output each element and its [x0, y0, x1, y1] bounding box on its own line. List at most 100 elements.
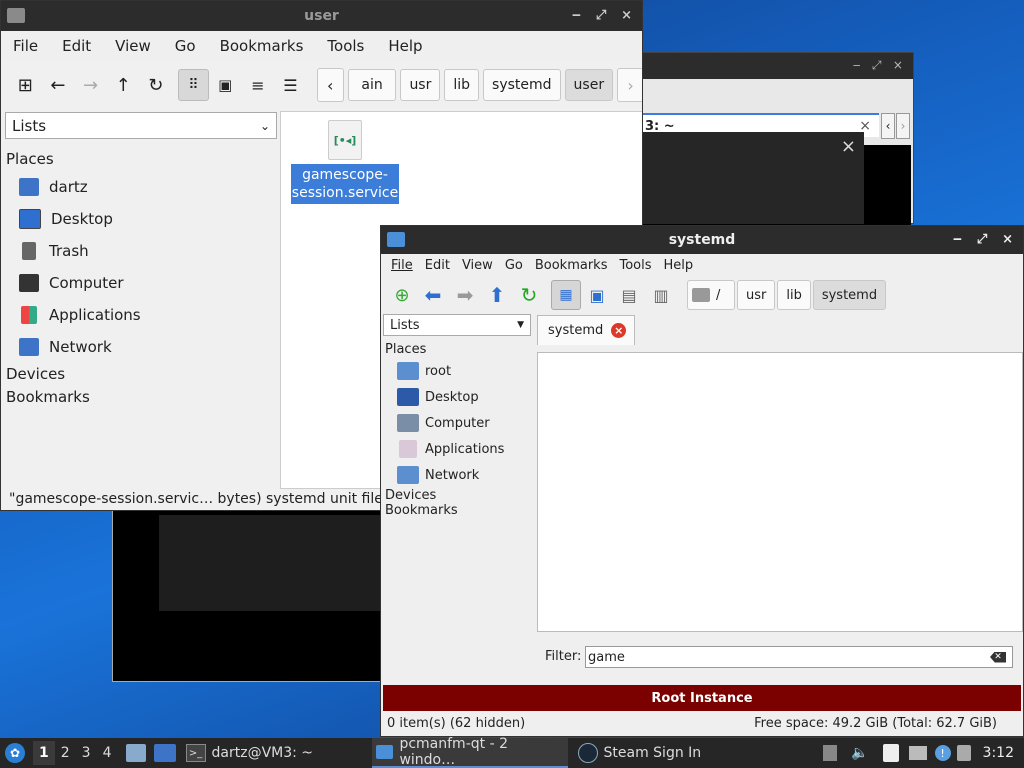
places-item-desktop[interactable]: Desktop	[5, 203, 277, 235]
file-view[interactable]	[537, 352, 1023, 632]
workspace-1[interactable]: 1	[33, 741, 55, 765]
thumbnail-view-icon[interactable]: ▣	[581, 280, 613, 310]
menu-view[interactable]: View	[456, 258, 499, 273]
breadcrumb-item[interactable]: ain	[347, 69, 397, 101]
root-instance-text: Root Instance	[651, 690, 753, 706]
places-item-trash[interactable]: Trash	[5, 235, 277, 267]
network-icon	[19, 338, 39, 356]
menu-edit[interactable]: Edit	[419, 258, 456, 273]
toolbar: ⊕ ⬅ ➡ ⬆ ↻ ▦ ▣ ▤ ▥ / usr lib systemd	[381, 278, 1023, 312]
menu-help[interactable]: Help	[658, 258, 700, 273]
task-pcmanfm[interactable]: pcmanfm-qt - 2 windo…	[371, 736, 568, 768]
places-item-computer[interactable]: Computer	[383, 410, 531, 436]
status-bar: "gamescope-session.servic… bytes) system…	[9, 491, 403, 507]
start-menu-icon[interactable]: ✿	[5, 743, 25, 763]
breadcrumb-scroll-right-button[interactable]: ›	[617, 68, 642, 102]
dropdown-arrow-icon: ▼	[517, 320, 524, 330]
places-item-dartz[interactable]: dartz	[5, 171, 277, 203]
clock[interactable]: 3:12	[983, 745, 1014, 761]
breadcrumb-root[interactable]: /	[687, 280, 735, 310]
up-icon[interactable]: ⬆	[481, 280, 513, 310]
new-tab-icon[interactable]: ⊕	[387, 280, 417, 310]
file-item-gamescope-session[interactable]: [•◂] gamescope- session.service	[291, 118, 399, 204]
maximize-button[interactable]: ⤢	[596, 8, 606, 23]
task-label: pcmanfm-qt - 2 windo…	[399, 736, 508, 768]
menu-tools[interactable]: Tools	[315, 37, 376, 55]
workspace-2[interactable]: 2	[55, 741, 76, 765]
back-icon[interactable]: ⬅	[417, 280, 449, 310]
side-pane-mode-value: Lists	[390, 317, 420, 333]
workspace-3[interactable]: 3	[76, 741, 97, 765]
workspace-4[interactable]: 4	[97, 741, 118, 765]
volume-icon[interactable]: 🔈	[851, 745, 868, 761]
maximize-button[interactable]: ⤢	[977, 232, 987, 247]
forward-icon[interactable]: →	[74, 69, 107, 101]
menu-go[interactable]: Go	[499, 258, 529, 273]
breadcrumb-item[interactable]: usr	[737, 280, 776, 310]
minimize-button[interactable]: ‒	[953, 232, 962, 247]
menu-bookmarks[interactable]: Bookmarks	[208, 37, 316, 55]
compact-view-icon[interactable]: ▤	[613, 280, 645, 310]
network-tray-icon[interactable]	[908, 746, 927, 760]
launcher-files-icon[interactable]	[125, 744, 146, 762]
task-steam[interactable]: Steam Sign In	[577, 743, 701, 763]
menu-file[interactable]: File	[381, 258, 419, 273]
menu-tools[interactable]: Tools	[613, 258, 657, 273]
breadcrumb-item-current[interactable]: systemd	[812, 280, 887, 310]
places-item-computer[interactable]: Computer	[5, 267, 277, 299]
tab-scroll-left-button[interactable]: ‹	[881, 113, 895, 139]
thumbnail-view-icon[interactable]: ▣	[209, 69, 242, 101]
menu-view[interactable]: View	[103, 37, 163, 55]
icon-view-icon[interactable]: ⠿	[178, 69, 209, 101]
menu-edit[interactable]: Edit	[50, 37, 103, 55]
minimize-button[interactable]: ‒	[572, 8, 581, 23]
close-button[interactable]: ×	[621, 8, 632, 23]
background-window-controls[interactable]: ‒ ⤢ ×	[853, 58, 903, 73]
clear-filter-icon[interactable]: ✕	[990, 651, 1006, 663]
forward-icon[interactable]: ➡	[449, 280, 481, 310]
bookmarks-header: Bookmarks	[6, 388, 90, 406]
tab-scroll-right-button[interactable]: ›	[896, 113, 910, 139]
breadcrumb-item[interactable]: systemd	[483, 69, 561, 101]
menu-bookmarks[interactable]: Bookmarks	[529, 258, 614, 273]
compact-view-icon[interactable]: ≡	[242, 69, 275, 101]
breadcrumb-item[interactable]: usr	[400, 69, 441, 101]
close-button[interactable]: ×	[1002, 232, 1013, 247]
places-item-applications[interactable]: Applications	[383, 436, 531, 462]
places-item-applications[interactable]: Applications	[5, 299, 277, 331]
up-icon[interactable]: ↑	[107, 69, 140, 101]
side-pane-mode-select[interactable]: Lists ▼	[383, 314, 531, 336]
menu-go[interactable]: Go	[163, 37, 208, 55]
clipboard-icon[interactable]	[882, 744, 899, 762]
titlebar[interactable]: systemd ‒ ⤢ ×	[381, 226, 1023, 254]
breadcrumb-item[interactable]: lib	[444, 69, 480, 101]
dialog-close-icon[interactable]: ×	[841, 136, 856, 157]
reload-icon[interactable]: ↻	[513, 280, 545, 310]
filter-input[interactable]: game ✕	[585, 646, 1013, 668]
places-item-network[interactable]: Network	[5, 331, 277, 363]
places-item-root[interactable]: root	[383, 358, 531, 384]
new-tab-icon[interactable]: ⊞	[9, 69, 42, 101]
tab-systemd[interactable]: systemd ×	[537, 315, 635, 345]
menu-help[interactable]: Help	[376, 37, 434, 55]
detailed-view-icon[interactable]: ☰	[274, 69, 307, 101]
reload-icon[interactable]: ↻	[140, 69, 173, 101]
back-icon[interactable]: ←	[42, 69, 75, 101]
tab-close-icon[interactable]: ×	[611, 323, 627, 338]
detailed-view-icon[interactable]: ▥	[645, 280, 677, 310]
icon-view-icon[interactable]: ▦	[551, 280, 581, 310]
breadcrumb-item[interactable]: lib	[777, 280, 811, 310]
places-item-network[interactable]: Network	[383, 462, 531, 488]
titlebar[interactable]: user ‒ ⤢ ×	[1, 1, 642, 31]
places-item-desktop[interactable]: Desktop	[383, 384, 531, 410]
tray-upload-icon[interactable]	[823, 745, 838, 761]
breadcrumb-scroll-left-button[interactable]: ‹	[316, 68, 344, 102]
breadcrumb-item-current[interactable]: user	[564, 69, 614, 101]
notification-icon[interactable]: !	[934, 745, 951, 761]
menu-file[interactable]: File	[1, 37, 50, 55]
task-terminal[interactable]: >_ dartz@VM3: ~	[185, 744, 372, 762]
launcher-desktop-icon[interactable]	[153, 744, 176, 762]
chevron-down-icon: ⌄	[259, 118, 270, 133]
side-pane-mode-select[interactable]: Lists ⌄	[5, 112, 277, 139]
power-tray-icon[interactable]	[956, 745, 971, 761]
